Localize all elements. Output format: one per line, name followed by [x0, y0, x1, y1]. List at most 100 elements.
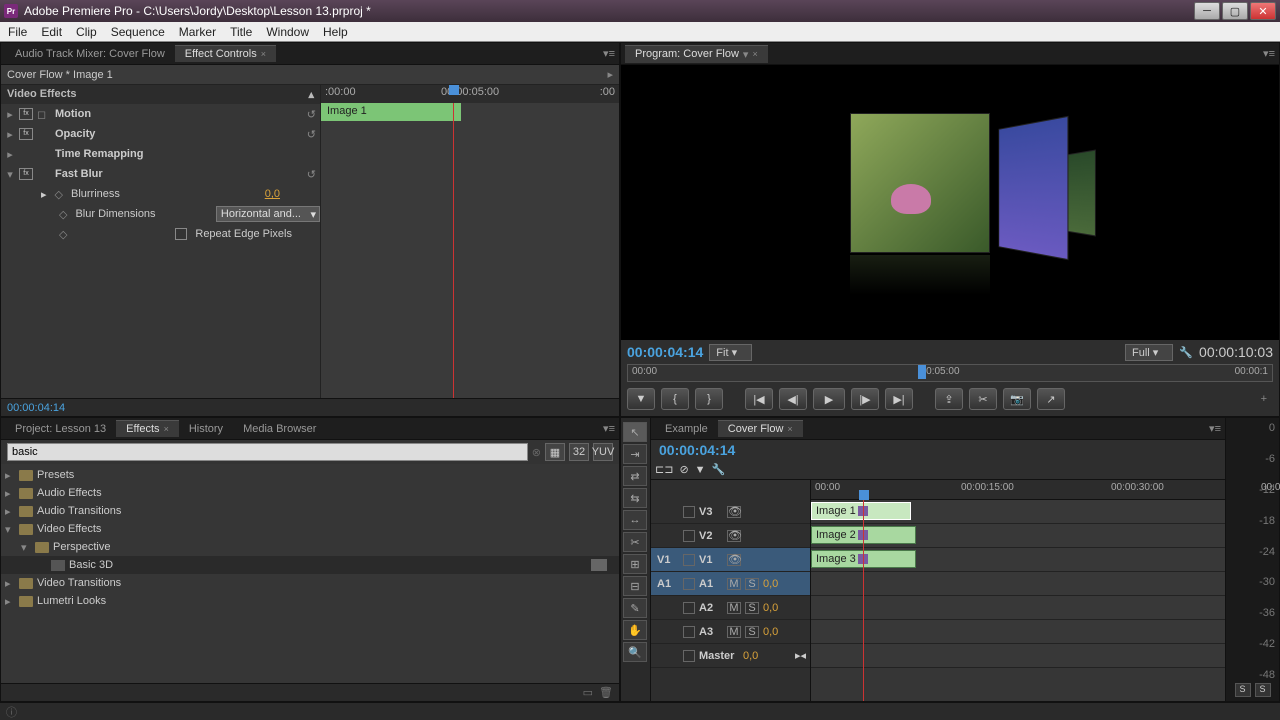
clear-search-icon[interactable]: ⊗	[532, 446, 541, 459]
solo-right-button[interactable]: S	[1255, 683, 1271, 697]
fx-badge-icon[interactable]: fx	[19, 128, 33, 140]
twirl-icon[interactable]: ▸	[41, 188, 47, 201]
effect-fast-blur[interactable]: ▾ fx Fast Blur ↺	[1, 164, 320, 184]
extract-button[interactable]: ✂	[969, 388, 997, 410]
new-bin-icon[interactable]: ▭	[583, 686, 593, 699]
goto-in-button[interactable]: |◀	[745, 388, 773, 410]
twirl-icon[interactable]: ▸	[5, 128, 15, 141]
keyframe-toggle-icon[interactable]: ◇	[59, 208, 67, 221]
effect-opacity[interactable]: ▸ fx Opacity ↺	[1, 124, 320, 144]
solo-icon[interactable]: S	[745, 602, 759, 614]
reset-icon[interactable]: ↺	[307, 168, 316, 181]
panel-menu-icon[interactable]: ▾≡	[603, 47, 615, 60]
accelerated-filter-icon[interactable]: ▦	[545, 443, 565, 461]
tree-lumetri[interactable]: ▸Lumetri Looks	[1, 592, 619, 610]
tab-program[interactable]: Program: Cover Flow ▾ ×	[625, 45, 768, 63]
close-icon[interactable]: ×	[164, 424, 169, 434]
tab-coverflow-sequence[interactable]: Cover Flow×	[718, 420, 803, 437]
selection-tool[interactable]: ↖	[623, 422, 647, 442]
lock-icon[interactable]	[683, 650, 695, 662]
eye-icon[interactable]: 👁	[727, 506, 741, 518]
solo-left-button[interactable]: S	[1235, 683, 1251, 697]
keyframe-toggle-icon[interactable]: ◇	[59, 228, 67, 241]
mute-icon[interactable]: M	[727, 626, 741, 638]
panel-menu-icon[interactable]: ▾≡	[1263, 47, 1275, 60]
32bit-filter-icon[interactable]: 32	[569, 443, 589, 461]
ec-clip-bar[interactable]: Image 1	[321, 103, 461, 121]
menu-sequence[interactable]: Sequence	[111, 25, 165, 39]
play-button[interactable]: ▶	[813, 388, 845, 410]
collapse-icon[interactable]: ▴	[308, 88, 314, 101]
program-timecode-left[interactable]: 00:00:04:14	[627, 344, 703, 360]
lock-icon[interactable]	[683, 506, 695, 518]
twirl-icon[interactable]: ▸	[5, 148, 15, 161]
track-v1[interactable]: Image 3	[811, 548, 1225, 572]
resolution-select[interactable]: Full ▾	[1125, 344, 1173, 361]
blur-dimensions-select[interactable]: Horizontal and... ▾	[216, 206, 320, 222]
playhead-icon[interactable]	[859, 490, 869, 500]
hand-tool[interactable]: ✋	[623, 620, 647, 640]
slide-tool[interactable]: ⊟	[623, 576, 647, 596]
close-icon[interactable]: ×	[787, 424, 792, 434]
tree-video-effects[interactable]: ▾Video Effects	[1, 520, 619, 538]
mute-icon[interactable]: M	[727, 602, 741, 614]
menu-clip[interactable]: Clip	[76, 25, 97, 39]
lift-button[interactable]: ⇪	[935, 388, 963, 410]
mark-out-button[interactable]: }	[695, 388, 723, 410]
zoom-fit-select[interactable]: Fit ▾	[709, 344, 752, 361]
tree-basic-3d[interactable]: Basic 3D	[1, 556, 619, 574]
panel-menu-icon[interactable]: ▾≡	[603, 422, 615, 435]
repeat-edge-checkbox[interactable]	[175, 228, 187, 240]
effect-time-remapping[interactable]: ▸ Time Remapping	[1, 144, 320, 164]
panel-menu-icon[interactable]: ▾≡	[1209, 422, 1221, 435]
ripple-edit-tool[interactable]: ⇄	[623, 466, 647, 486]
add-marker-icon[interactable]: ▼	[695, 464, 706, 476]
tree-presets[interactable]: ▸Presets	[1, 466, 619, 484]
menu-file[interactable]: File	[8, 25, 27, 39]
timeline-ruler[interactable]: 00:00 00:00:15:00 00:00:30:00 00:00:45:0…	[811, 480, 1225, 500]
tab-effects[interactable]: Effects×	[116, 420, 179, 437]
track-a2[interactable]	[811, 596, 1225, 620]
tab-audio-mixer[interactable]: Audio Track Mixer: Cover Flow	[5, 46, 175, 62]
solo-icon[interactable]: S	[745, 578, 759, 590]
menu-marker[interactable]: Marker	[179, 25, 216, 39]
razor-tool[interactable]: ✂	[623, 532, 647, 552]
reset-icon[interactable]: ↺	[307, 128, 316, 141]
maximize-button[interactable]: ▢	[1222, 2, 1248, 20]
blurriness-value[interactable]: 0,0	[265, 188, 280, 200]
linked-selection-icon[interactable]: ⊘	[679, 463, 688, 476]
tab-project[interactable]: Project: Lesson 13	[5, 421, 116, 437]
close-icon[interactable]: ×	[261, 49, 266, 59]
slip-tool[interactable]: ⊞	[623, 554, 647, 574]
tab-example-sequence[interactable]: Example	[655, 421, 718, 437]
ec-timecode[interactable]: 00:00:04:14	[7, 402, 65, 414]
rate-stretch-tool[interactable]: ↔	[623, 510, 647, 530]
delete-icon[interactable]: 🗑	[599, 686, 613, 699]
twirl-icon[interactable]: ▾	[5, 168, 15, 181]
reset-icon[interactable]: ↺	[307, 108, 316, 121]
step-forward-button[interactable]: |▶	[851, 388, 879, 410]
tab-effect-controls[interactable]: Effect Controls×	[175, 45, 276, 62]
tree-audio-effects[interactable]: ▸Audio Effects	[1, 484, 619, 502]
pen-tool[interactable]: ✎	[623, 598, 647, 618]
zoom-tool[interactable]: 🔍	[623, 642, 647, 662]
menu-title[interactable]: Title	[230, 25, 252, 39]
track-header-a1[interactable]: A1A1MS0,0	[651, 572, 810, 596]
goto-out-button[interactable]: ▶|	[885, 388, 913, 410]
track-a3[interactable]	[811, 620, 1225, 644]
track-header-master[interactable]: Master0,0▸◂	[651, 644, 810, 668]
expand-icon[interactable]: ▸	[607, 68, 613, 81]
wrench-icon[interactable]: 🔧	[1179, 346, 1193, 359]
export-frame-button[interactable]: 📷	[1003, 388, 1031, 410]
tree-audio-transitions[interactable]: ▸Audio Transitions	[1, 502, 619, 520]
track-header-a2[interactable]: A2MS0,0	[651, 596, 810, 620]
close-button[interactable]: ✕	[1250, 2, 1276, 20]
clip-image-1[interactable]: Image 1	[811, 502, 911, 520]
snap-icon[interactable]: ⊏⊐	[655, 463, 673, 476]
lock-icon[interactable]	[683, 578, 695, 590]
track-master[interactable]	[811, 644, 1225, 668]
menu-window[interactable]: Window	[266, 25, 309, 39]
program-viewport[interactable]	[621, 65, 1279, 340]
eye-icon[interactable]: 👁	[727, 530, 741, 542]
close-icon[interactable]: ×	[752, 49, 757, 59]
